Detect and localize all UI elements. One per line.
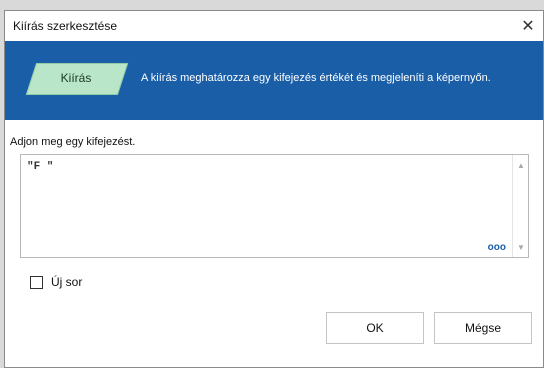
new-line-label: Új sor [51, 275, 83, 289]
header-banner: Kiírás A kiírás meghatározza egy kifejez… [5, 41, 543, 121]
new-line-option[interactable]: Új sor [30, 275, 82, 289]
dialog-title: Kiírás szerkesztése [13, 19, 118, 33]
more-options-icon[interactable]: ooo [488, 242, 506, 253]
output-shape-label: Kiírás [60, 71, 92, 85]
banner-description: A kiírás meghatározza egy kifejezés érté… [141, 72, 491, 84]
expression-value[interactable]: "F " [27, 161, 53, 173]
cancel-button[interactable]: Mégse [434, 312, 532, 344]
expression-editor[interactable]: "F " ▲ ▼ ooo [20, 154, 529, 258]
editor-scrollbar[interactable]: ▲ ▼ [512, 155, 528, 257]
new-line-checkbox[interactable] [30, 275, 43, 289]
scroll-down-icon[interactable]: ▼ [513, 239, 529, 255]
close-icon[interactable]: ✕ [513, 11, 543, 41]
ok-button[interactable]: OK [326, 312, 424, 344]
scroll-up-icon[interactable]: ▲ [513, 157, 529, 173]
title-bar: Kiírás szerkesztése ✕ [5, 11, 543, 41]
expression-prompt: Adjon meg egy kifejezést. [10, 136, 136, 148]
